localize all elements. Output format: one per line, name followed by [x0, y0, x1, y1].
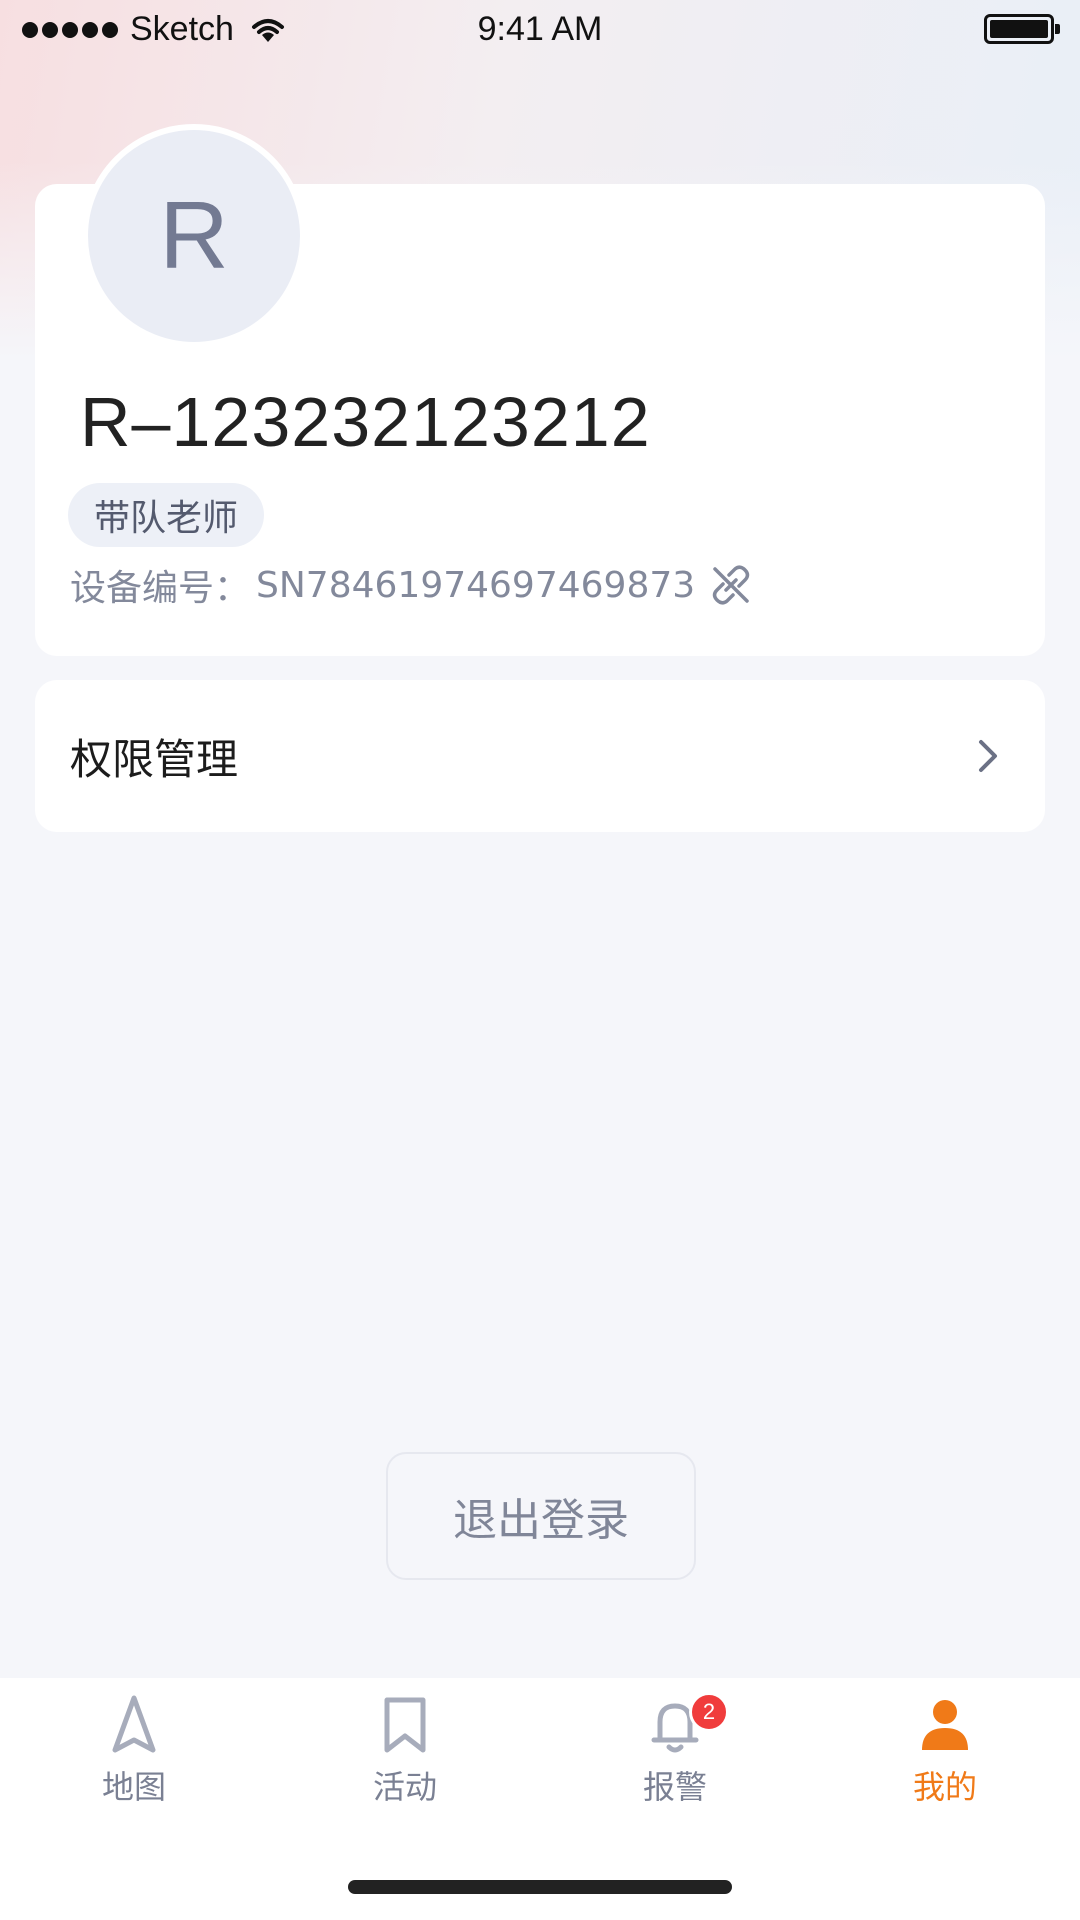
alarm-count-badge: 2: [689, 1692, 729, 1732]
bookmark-icon: [384, 1697, 426, 1753]
avatar[interactable]: R: [82, 124, 306, 348]
link-broken-icon[interactable]: [709, 563, 753, 607]
tab-mine[interactable]: 我的: [865, 1692, 1025, 1812]
tab-activity-label: 活动: [372, 1768, 437, 1806]
home-indicator: [348, 1880, 732, 1894]
status-bar: Sketch 9:41 AM: [0, 0, 1080, 60]
device-row: 设备编号： SN78461974697469873: [70, 560, 753, 610]
status-time: 9:41 AM: [477, 10, 603, 48]
tab-activity[interactable]: 活动: [325, 1692, 485, 1812]
logout-button[interactable]: 退出登录: [386, 1452, 696, 1580]
user-name: R–123232123212: [80, 383, 651, 461]
device-number: SN78461974697469873: [256, 564, 696, 606]
device-label: 设备编号：: [70, 568, 251, 609]
tab-map-label: 地图: [101, 1768, 166, 1806]
permission-management-row[interactable]: 权限管理: [35, 680, 1045, 832]
tab-alarm-label: 报警: [642, 1768, 707, 1806]
tab-alarm[interactable]: 2 报警: [595, 1692, 755, 1812]
chevron-right-icon: [979, 740, 997, 772]
person-icon: [922, 1700, 968, 1750]
tab-map[interactable]: 地图: [54, 1692, 214, 1812]
battery-icon: [984, 14, 1060, 44]
tab-mine-label: 我的: [912, 1768, 977, 1806]
permission-management-label: 权限管理: [70, 734, 239, 784]
navigation-arrow-icon: [112, 1695, 156, 1753]
role-badge: 带队老师: [68, 483, 265, 547]
